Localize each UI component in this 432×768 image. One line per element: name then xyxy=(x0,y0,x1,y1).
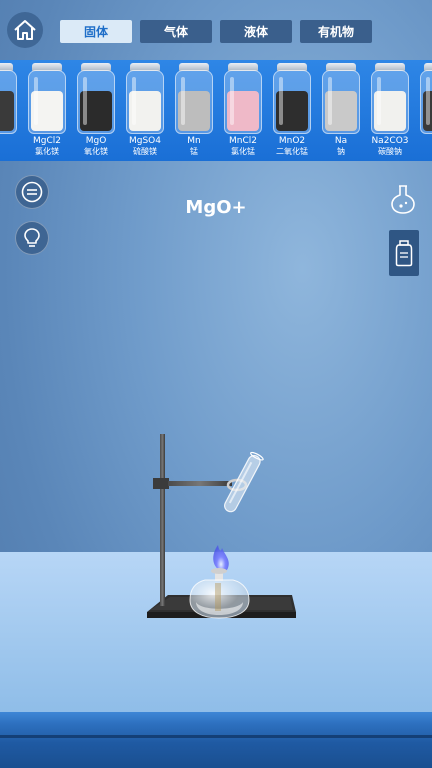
reaction-equation: MgO+ xyxy=(185,197,247,218)
reagent-name: 氯化锰 xyxy=(231,147,255,156)
jar-body xyxy=(28,70,66,134)
tab-solid[interactable]: 固体 xyxy=(60,20,132,43)
reagent-jar[interactable]: MgSO4 硫酸镁 xyxy=(125,63,165,158)
reagent-jar[interactable] xyxy=(0,63,18,158)
jar-shine xyxy=(328,77,332,125)
jar-body xyxy=(322,70,360,134)
jar-body xyxy=(273,70,311,134)
flask-button[interactable] xyxy=(386,181,420,217)
reagent-jar[interactable]: Na2CO3 碳酸钠 xyxy=(370,63,410,158)
reagent-name: 锰 xyxy=(190,147,198,156)
jar-shine xyxy=(34,77,38,125)
reagent-name: 氧 xyxy=(413,147,432,157)
reagent-name: 硫酸镁 xyxy=(133,147,157,156)
reagent-jar[interactable]: MgO 氧化镁 xyxy=(76,63,116,158)
jar-shine xyxy=(426,77,430,125)
reagent-formula: Mn xyxy=(187,136,201,146)
reagent-name: 氧化镁 xyxy=(84,147,108,156)
jar-shine xyxy=(377,77,381,125)
lightbulb-icon xyxy=(24,228,40,247)
reagent-jar[interactable]: MgCl2 氯化镁 xyxy=(27,63,67,158)
jar-shine xyxy=(181,77,185,125)
test-tube[interactable] xyxy=(222,451,264,514)
reagent-jar[interactable]: Na 钠 xyxy=(321,63,361,158)
reagent-name: 二氧化锰 xyxy=(276,147,308,156)
reagent-jar[interactable]: N氧 xyxy=(419,63,432,158)
reagent-bottle-button[interactable] xyxy=(389,230,419,276)
reagent-jar[interactable]: Mn 锰 xyxy=(174,63,214,158)
reagent-formula: MgO xyxy=(85,136,107,146)
reagent-formula: MgSO4 xyxy=(128,136,161,146)
jar-contents xyxy=(0,91,14,131)
home-icon xyxy=(14,20,36,40)
table-trim xyxy=(0,735,432,738)
reagent-formula: Na xyxy=(334,136,348,146)
jar-body xyxy=(224,70,262,134)
home-button[interactable] xyxy=(7,12,43,48)
reagent-name: 钠 xyxy=(337,147,345,156)
hint-button[interactable] xyxy=(15,221,49,255)
reagent-name: 碳酸钠 xyxy=(378,147,402,156)
bottle-icon xyxy=(395,240,413,267)
jar-shine xyxy=(132,77,136,125)
reagent-formula: MnCl2 xyxy=(229,136,257,146)
jar-shine xyxy=(230,77,234,125)
jar-body xyxy=(77,70,115,134)
jar-shine xyxy=(83,77,87,125)
tab-gas[interactable]: 气体 xyxy=(140,20,212,43)
reagent-formula: N xyxy=(413,136,432,146)
flask-icon xyxy=(391,185,415,214)
reagent-formula: Na2CO3 xyxy=(371,136,409,146)
jar-body xyxy=(126,70,164,134)
clamp[interactable] xyxy=(153,478,248,492)
tab-liquid[interactable]: 液体 xyxy=(220,20,292,43)
reagent-jar[interactable]: MnCl2 氯化锰 xyxy=(223,63,263,158)
jar-body xyxy=(175,70,213,134)
reagent-shelf: MgCl2 氯化镁 MgO 氧化镁 MgSO4 硫酸镁 Mn 锰 MnCl2 氯化锰 MnO2 二氧化… xyxy=(0,60,432,161)
jar-body xyxy=(0,70,17,134)
tab-organic[interactable]: 有机物 xyxy=(300,20,372,43)
reagent-formula: MgCl2 xyxy=(33,136,61,146)
top-bar: 固体 气体 液体 有机物 xyxy=(0,0,432,60)
jar-shine xyxy=(279,77,283,125)
lab-table xyxy=(0,552,432,712)
reagent-name: 氯化镁 xyxy=(35,147,59,156)
jar-body xyxy=(371,70,409,134)
jar-body xyxy=(420,70,432,134)
reagent-jar[interactable]: MnO2 二氧化锰 xyxy=(272,63,312,158)
lab-table-edge xyxy=(0,712,432,768)
reagent-formula: MnO2 xyxy=(278,136,306,146)
